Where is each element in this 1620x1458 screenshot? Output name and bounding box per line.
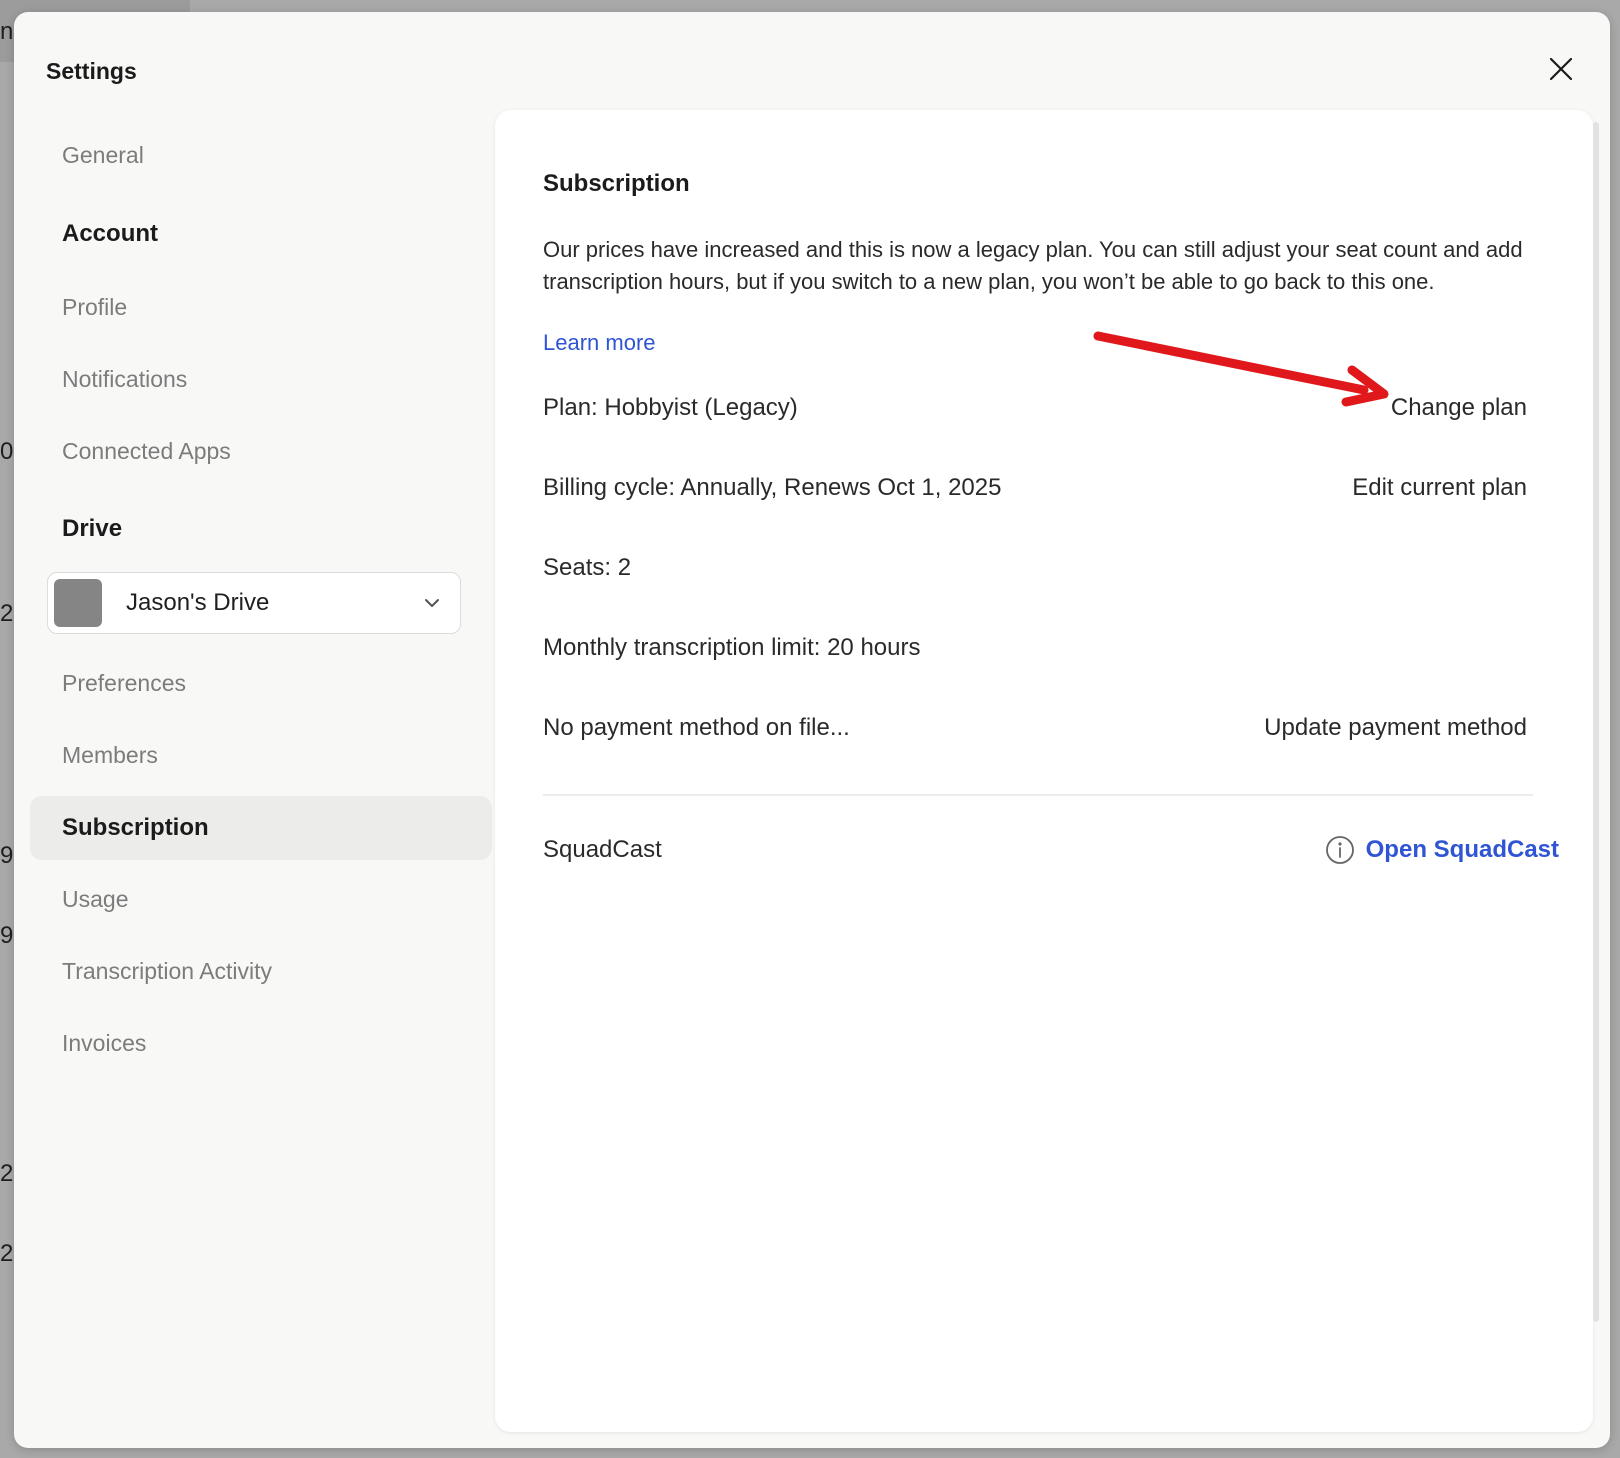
info-icon[interactable] (1324, 834, 1356, 866)
learn-more-link[interactable]: Learn more (543, 330, 656, 356)
update-payment-method-button[interactable]: Update payment method (1264, 714, 1527, 742)
drive-select[interactable]: Jason's Drive (47, 572, 461, 634)
sidebar-item-subscription[interactable]: Subscription (30, 796, 492, 860)
open-squadcast-link[interactable]: Open SquadCast (1366, 836, 1559, 864)
drive-avatar (54, 579, 102, 627)
payment-method-label: No payment method on file... (543, 714, 850, 741)
subscription-panel: Subscription Our prices have increased a… (495, 110, 1599, 1432)
change-plan-button[interactable]: Change plan (1391, 394, 1527, 422)
sidebar-item-members[interactable]: Members (62, 742, 158, 769)
plan-label: Plan: Hobbyist (Legacy) (543, 394, 798, 421)
close-icon (1549, 57, 1573, 81)
sidebar-heading-drive: Drive (62, 515, 123, 542)
background-text-fragment: 2 (0, 1160, 14, 1187)
background-text-fragment: 9. (0, 922, 14, 949)
panel-scrollbar[interactable] (1593, 122, 1599, 1322)
chevron-down-icon (425, 599, 439, 607)
close-button[interactable] (1544, 52, 1578, 86)
sidebar-heading-account: Account (62, 220, 158, 247)
background-text-fragment: 02 (0, 438, 14, 465)
sidebar-item-transcription-activity[interactable]: Transcription Activity (62, 958, 272, 985)
panel-title: Subscription (543, 170, 690, 197)
transcription-limit-label: Monthly transcription limit: 20 hours (543, 634, 921, 661)
billing-cycle-label: Billing cycle: Annually, Renews Oct 1, 2… (543, 474, 1002, 501)
modal-title: Settings (46, 58, 137, 84)
edit-current-plan-button[interactable]: Edit current plan (1352, 474, 1527, 502)
sidebar-item-preferences[interactable]: Preferences (62, 670, 186, 697)
legacy-plan-notice: Our prices have increased and this is no… (543, 237, 1523, 294)
section-divider (543, 794, 1533, 796)
background-text-fragment: na (0, 18, 14, 45)
sidebar-item-invoices[interactable]: Invoices (62, 1030, 146, 1057)
sidebar-item-connected-apps[interactable]: Connected Apps (62, 438, 231, 465)
background-text-fragment: 2 (0, 1240, 14, 1267)
squadcast-label: SquadCast (543, 836, 662, 863)
sidebar-item-notifications[interactable]: Notifications (62, 366, 187, 393)
settings-modal: Settings General Account Profile Notific… (14, 12, 1610, 1448)
sidebar-item-general[interactable]: General (62, 142, 144, 169)
info-circle-icon (1326, 836, 1354, 864)
background-text-fragment: 2 (0, 600, 14, 627)
sidebar-item-usage[interactable]: Usage (62, 886, 128, 913)
drive-select-value: Jason's Drive (126, 589, 270, 616)
sidebar-item-label: Subscription (62, 814, 209, 841)
seats-label: Seats: 2 (543, 554, 632, 581)
sidebar-item-profile[interactable]: Profile (62, 294, 127, 321)
background-text-fragment: 9. (0, 842, 14, 869)
